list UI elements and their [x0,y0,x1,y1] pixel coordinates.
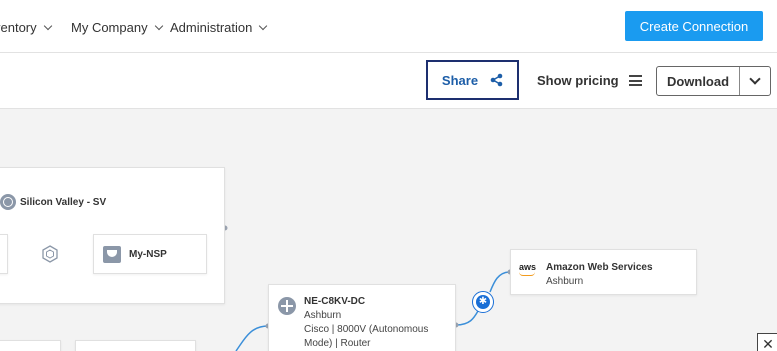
download-options-button[interactable] [740,67,770,95]
device-name: NE-C8KV-DC [304,296,366,307]
hexagon-icon [42,245,58,263]
device-location: Ashburn [304,310,342,321]
nav-item-administration[interactable]: Administration [170,20,268,35]
device-model-line1: Cisco | 8000V (Autonomous [304,324,429,335]
aws-name: Amazon Web Services [546,262,653,273]
close-icon[interactable]: ✕ [757,333,777,351]
create-connection-button[interactable]: Create Connection [625,11,763,41]
show-pricing-label: Show pricing [537,73,619,88]
nsp-icon [103,245,121,263]
node-card[interactable] [0,340,61,351]
chevron-down-icon [43,21,52,30]
toolbar: Share Show pricing Download [0,53,777,109]
share-icon [490,73,503,87]
nsp-node[interactable]: My-NSP [93,234,207,274]
nsp-label: My-NSP [129,248,167,260]
aws-node[interactable]: aws Amazon Web Services Ashburn [510,249,697,295]
nav-item-label: Administration [170,20,253,35]
share-button[interactable]: Share [426,60,519,100]
device-model-line2: Mode) | Router [304,338,371,349]
router-icon [278,297,296,315]
port-card[interactable] [0,234,8,274]
top-nav: ventory My Company Administration Create… [0,0,777,53]
node-card[interactable] [75,340,196,351]
chevron-down-icon [749,72,761,85]
region-title: Silicon Valley - SV [0,194,106,210]
connector-icon: ✱ [476,295,490,309]
share-label: Share [441,72,479,88]
aws-logo: aws [519,262,537,276]
globe-icon [0,194,16,210]
connector-node[interactable]: ✱ [472,291,494,313]
show-pricing-button[interactable]: Show pricing [537,73,642,88]
download-button[interactable]: Download [657,67,740,95]
region-name: Silicon Valley - SV [20,196,107,208]
download-split-button: Download [656,66,771,96]
device-node[interactable]: NE-C8KV-DC Ashburn Cisco | 8000V (Autono… [268,284,456,351]
aws-location: Ashburn [546,276,584,287]
nav-item-inventory[interactable]: ventory [0,20,52,35]
menu-icon [628,75,642,86]
chevron-down-icon [259,21,268,30]
nav-item-label: My Company [71,20,148,35]
nav-item-label: ventory [0,20,37,35]
nav-item-my-company[interactable]: My Company [71,20,163,35]
chevron-down-icon [154,21,163,30]
